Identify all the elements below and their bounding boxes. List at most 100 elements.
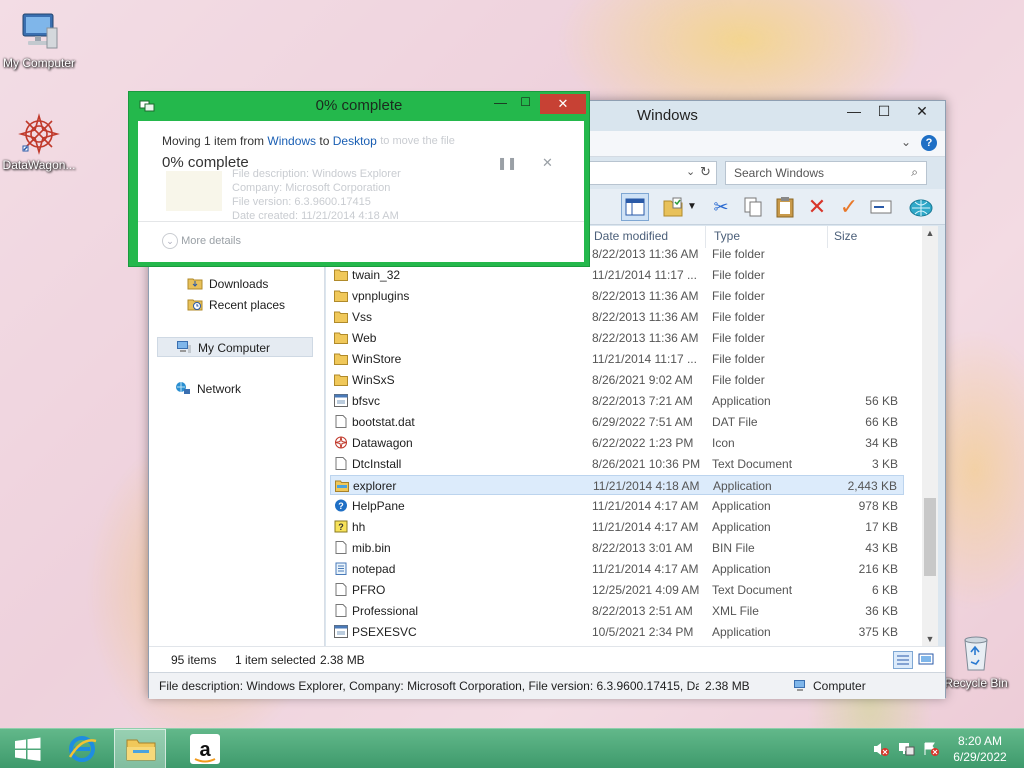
nav-item-recent-places[interactable]: Recent places <box>187 295 285 315</box>
ghost-text: File version: 6.3.9600.17415 <box>232 196 371 208</box>
file-row[interactable]: bootstat.dat 6/29/2022 7:51 AM DAT File 66 … <box>330 412 904 432</box>
details-bar: File description: Windows Explorer, Comp… <box>149 672 945 699</box>
desktop-icon-my-computer[interactable]: My Computer <box>1 10 77 70</box>
copy-maximize-button[interactable]: ☐ <box>520 95 531 109</box>
start-button[interactable] <box>0 729 56 768</box>
file-row[interactable]: Web 8/22/2013 11:36 AM File folder <box>330 328 904 348</box>
file-row[interactable]: DtcInstall 8/26/2021 10:36 PM Text Documen… <box>330 454 904 474</box>
close-button[interactable]: ✕ <box>901 101 943 123</box>
navigation-pane: Downloads Recent places My Computer Netw… <box>149 226 325 646</box>
cut-icon[interactable]: ✂ <box>707 193 735 221</box>
clock[interactable]: 8:20 AM 6/29/2022 <box>944 733 1016 765</box>
ghost-file-icon <box>166 171 222 211</box>
file-row[interactable]: Datawagon 6/22/2022 1:23 PM Icon 34 KB <box>330 433 904 453</box>
maximize-button[interactable]: ☐ <box>869 101 899 123</box>
file-size: 56 KB <box>865 394 898 408</box>
network-icon <box>175 381 191 395</box>
minimize-button[interactable]: — <box>839 101 869 123</box>
file-row[interactable]: vpnplugins 8/22/2013 11:36 AM File folder <box>330 286 904 306</box>
file-row[interactable]: twain_32 11/21/2014 11:17 ... File folder <box>330 265 904 285</box>
checkmark-icon[interactable]: ✓ <box>835 193 863 221</box>
address-bar[interactable]: ⌄ ↻ <box>589 161 717 185</box>
file-row[interactable]: Professional 8/22/2013 2:51 AM XML File 36 … <box>330 601 904 621</box>
nav-item-downloads[interactable]: Downloads <box>187 274 268 294</box>
network-status-icon[interactable] <box>897 741 915 760</box>
file-row[interactable]: ? hh 11/21/2014 4:17 AM Application 17 KB <box>330 517 904 537</box>
file-row[interactable]: WinSxS 8/26/2021 9:02 AM File folder <box>330 370 904 390</box>
file-date: 6/22/2022 1:23 PM <box>592 436 694 450</box>
more-details-button[interactable]: ⌄ More details <box>162 233 241 249</box>
nav-item-my-computer[interactable]: My Computer <box>157 337 313 357</box>
taskbar: a 8:20 AM 6/29/2022 <box>0 728 1024 768</box>
rename-icon[interactable] <box>867 193 895 221</box>
file-type: Application <box>712 520 771 534</box>
details-view-button[interactable] <box>893 651 913 669</box>
tiles-view-button[interactable] <box>917 651 937 669</box>
copy-minimize-button[interactable]: — <box>494 95 507 110</box>
pause-button[interactable]: ❚❚ <box>497 156 517 170</box>
help-icon[interactable]: ? <box>921 135 937 151</box>
destination-link[interactable]: Desktop <box>333 134 377 148</box>
file-row[interactable]: notepad 11/21/2014 4:17 AM Application 216 … <box>330 559 904 579</box>
properties-icon[interactable] <box>659 193 687 221</box>
volume-muted-icon[interactable] <box>872 741 890 760</box>
moving-prefix: Moving 1 item from <box>162 134 268 148</box>
copy-progress-dialog[interactable]: 0% complete — ☐ ✕ ... to move the file F… <box>128 91 590 267</box>
file-type: Application <box>712 625 771 639</box>
copy-icon[interactable] <box>739 193 767 221</box>
internet-explorer-button[interactable] <box>54 729 110 768</box>
vertical-scrollbar[interactable]: ▲ ▼ <box>922 226 938 646</box>
file-row[interactable]: PFRO 12/25/2021 4:09 AM Text Document 6 KB <box>330 580 904 600</box>
network-globe-icon[interactable] <box>907 193 935 221</box>
nav-item-network[interactable]: Network <box>175 379 241 399</box>
file-list: Date modified Type Size 8/22/2013 11:36 … <box>326 226 938 646</box>
file-row[interactable]: ? HelpPane 11/21/2014 4:17 AM Application 97… <box>330 496 904 516</box>
ghost-text: Company: Microsoft Corporation <box>232 182 391 194</box>
scroll-up-icon[interactable]: ▲ <box>922 226 938 240</box>
chevron-down-icon[interactable]: ⌄ <box>901 135 911 149</box>
search-input[interactable]: Search Windows ⌕ <box>725 161 927 185</box>
computer-icon <box>793 679 809 696</box>
details-location: Computer <box>813 679 866 693</box>
desktop-icon-datawagon[interactable]: DataWagon... <box>1 112 77 172</box>
recycle-bin-icon <box>954 630 998 674</box>
nav-label: Network <box>197 382 242 396</box>
selection-size: 2.38 MB <box>320 653 365 667</box>
file-type: Application <box>712 394 771 408</box>
file-type: Application <box>712 562 771 576</box>
file-size: 978 KB <box>858 499 898 513</box>
scroll-thumb[interactable] <box>924 498 936 576</box>
file-date: 8/22/2013 7:21 AM <box>592 394 693 408</box>
paste-icon[interactable] <box>771 193 799 221</box>
copy-close-button[interactable]: ✕ <box>540 94 586 114</box>
source-link[interactable]: Windows <box>267 134 316 148</box>
recent-places-icon <box>187 297 203 311</box>
dropdown-arrow-icon[interactable]: ▼ <box>685 193 699 221</box>
file-name: bootstat.dat <box>352 415 415 429</box>
file-date: 6/29/2022 7:51 AM <box>592 415 693 429</box>
address-dropdown-icon[interactable]: ⌄ <box>686 165 695 178</box>
file-name: notepad <box>352 562 396 576</box>
delete-icon[interactable]: ✕ <box>803 193 831 221</box>
file-name: Datawagon <box>352 436 413 450</box>
file-size: 34 KB <box>865 436 898 450</box>
scroll-down-icon[interactable]: ▼ <box>922 632 938 646</box>
action-center-icon[interactable] <box>922 741 940 760</box>
file-name: Professional <box>352 604 419 618</box>
file-row[interactable]: explorer 11/21/2014 4:18 AM Application 2,4… <box>330 475 904 495</box>
amazon-button[interactable]: a <box>176 729 232 768</box>
file-row[interactable]: PSEXESVC 10/5/2021 2:34 PM Application 375 … <box>330 622 904 642</box>
file-row[interactable]: WinStore 11/21/2014 11:17 ... File folder <box>330 349 904 369</box>
item-count: 95 items <box>171 653 217 667</box>
selection-count: 1 item selected <box>235 653 316 667</box>
file-explorer-button[interactable] <box>114 729 166 768</box>
file-name: PFRO <box>352 583 386 597</box>
desktop-icon-recycle-bin[interactable]: Recycle Bin <box>938 630 1014 690</box>
file-name: Vss <box>352 310 373 324</box>
file-row[interactable]: bfsvc 8/22/2013 7:21 AM Application 56 KB <box>330 391 904 411</box>
refresh-icon[interactable]: ↻ <box>700 164 711 180</box>
preview-pane-button[interactable] <box>621 193 649 221</box>
file-row[interactable]: mib.bin 8/22/2013 3:01 AM BIN File 43 KB <box>330 538 904 558</box>
file-row[interactable]: Vss 8/22/2013 11:36 AM File folder <box>330 307 904 327</box>
cancel-button[interactable]: ✕ <box>542 155 553 171</box>
